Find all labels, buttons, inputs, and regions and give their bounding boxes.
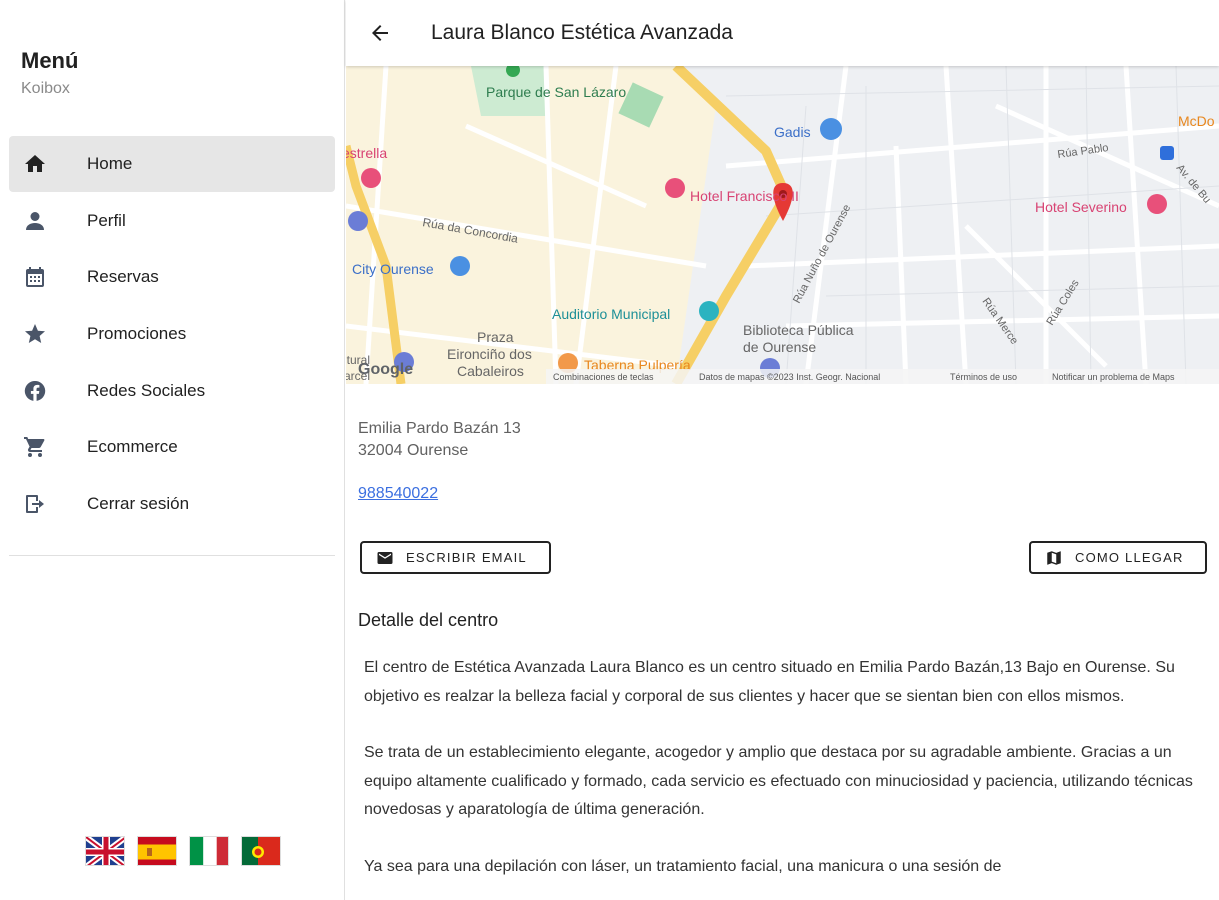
- sidebar-item-label: Ecommerce: [87, 437, 178, 457]
- sidebar-item-label: Reservas: [87, 267, 159, 287]
- sidebar-item-label: Promociones: [87, 324, 187, 344]
- map-label-biblioteca-2: de Ourense: [743, 339, 816, 355]
- arrow-back-icon: [372, 25, 388, 41]
- map-label-city-ourense: City Ourense: [352, 261, 434, 277]
- map-icon: [1047, 550, 1061, 565]
- map-label-ria-pablo: Rúa Pablo: [1057, 142, 1110, 161]
- cart-icon: [22, 434, 48, 460]
- map-label-estrella: estrella: [346, 145, 387, 161]
- center-description: El centro de Estética Avanzada Laura Bla…: [364, 654, 1204, 900]
- sidebar-item-promociones[interactable]: Promociones: [9, 306, 335, 362]
- map-footer-report[interactable]: Notificar un problema de Maps: [1052, 372, 1175, 382]
- app-header: Laura Blanco Estética Avanzada: [346, 0, 1219, 66]
- landmark-pin-icon: [348, 211, 368, 231]
- language-flags: [85, 836, 281, 866]
- write-email-button[interactable]: ESCRIBIR EMAIL: [360, 541, 551, 574]
- sidebar-item-label: Redes Sociales: [87, 380, 206, 400]
- sidebar-item-label: Home: [87, 154, 133, 173]
- shop-pin-icon: [820, 118, 842, 140]
- sidebar-item-redes-sociales[interactable]: Redes Sociales: [9, 363, 335, 419]
- map-label-praza-3: Cabaleiros: [457, 363, 524, 379]
- section-title: Detalle del centro: [358, 610, 499, 630]
- shop-pin-icon-west: [450, 256, 470, 276]
- map-label-praza-1: Praza: [477, 329, 514, 345]
- sidebar-nav: Home Perfil Reservas Promociones Redes S…: [9, 136, 335, 533]
- address-line-2: 32004 Ourense: [358, 442, 469, 459]
- map-label-gadis: Gadis: [774, 124, 811, 140]
- logout-icon: [22, 491, 48, 517]
- star-icon: [22, 321, 48, 347]
- address: Emilia Pardo Bazán 13 32004 Ourense: [358, 418, 521, 462]
- auditorium-pin-icon: [699, 301, 719, 321]
- uk-flag-icon[interactable]: [85, 836, 125, 866]
- center-details: Emilia Pardo Bazán 13 32004 Ourense 9885…: [346, 384, 1219, 900]
- menu-subtitle: Koibox: [21, 80, 70, 97]
- hotel-pin-icon-west: [361, 168, 381, 188]
- back-button[interactable]: [360, 13, 400, 53]
- bus-stop-icon: [1160, 146, 1174, 160]
- home-icon: [22, 151, 48, 177]
- sidebar-item-cerrar-sesion[interactable]: Cerrar sesión: [9, 476, 335, 532]
- sidebar-item-ecommerce[interactable]: Ecommerce: [9, 419, 335, 475]
- sidebar-divider: [9, 555, 335, 556]
- map-label-auditorio: Auditorio Municipal: [552, 306, 670, 322]
- phone-link[interactable]: 988540022: [358, 485, 438, 503]
- location-map[interactable]: Parque de San Lázaro Gadis McDo estrella…: [346, 66, 1219, 384]
- directions-button[interactable]: COMO LLEGAR: [1029, 541, 1207, 574]
- map-label-park: Parque de San Lázaro: [486, 84, 626, 100]
- map-footer-data: Datos de mapas ©2023 Inst. Geogr. Nacion…: [699, 372, 880, 382]
- map-label-nuno: Rúa Nuño de Ourense: [791, 203, 853, 306]
- italy-flag-icon[interactable]: [189, 836, 229, 866]
- map-footer-keys[interactable]: Combinaciones de teclas: [553, 372, 654, 382]
- sidebar-item-reservas[interactable]: Reservas: [9, 249, 335, 305]
- mail-icon: [377, 551, 393, 564]
- map-label-hotel-severino: Hotel Severino: [1035, 199, 1127, 215]
- map-label-hotel-francisco: Hotel Francisco II: [690, 188, 799, 204]
- description-paragraph: Ya sea para una depilación con láser, un…: [364, 857, 1002, 875]
- sidebar-item-perfil[interactable]: Perfil: [9, 193, 335, 249]
- page-title: Laura Blanco Estética Avanzada: [431, 21, 733, 44]
- map-label-biblioteca-1: Biblioteca Pública: [743, 322, 854, 338]
- write-email-label: ESCRIBIR EMAIL: [406, 550, 527, 565]
- map-footer-terms[interactable]: Términos de uso: [950, 372, 1017, 382]
- sidebar-item-label: Perfil: [87, 210, 126, 230]
- spain-flag-icon[interactable]: [137, 836, 177, 866]
- map-label-praza-2: Eironciño dos: [447, 346, 532, 362]
- hotel-pin-icon: [665, 178, 685, 198]
- description-paragraph: Se trata de un establecimiento elegante,…: [364, 744, 1193, 818]
- facebook-icon: [22, 378, 48, 404]
- address-line-1: Emilia Pardo Bazán 13: [358, 420, 521, 437]
- portugal-flag-icon[interactable]: [241, 836, 281, 866]
- sidebar-drawer: Menú Koibox Home Perfil Reservas Promoci…: [0, 0, 345, 900]
- person-icon: [22, 208, 48, 234]
- description-paragraph: El centro de Estética Avanzada Laura Bla…: [364, 659, 1175, 705]
- hotel-pin-icon-east: [1147, 194, 1167, 214]
- sidebar-item-home[interactable]: Home: [9, 136, 335, 192]
- menu-title: Menú: [21, 48, 79, 73]
- directions-label: COMO LLEGAR: [1075, 550, 1184, 565]
- map-label-mcdo: McDo: [1178, 113, 1215, 129]
- calendar-icon: [22, 264, 48, 290]
- sidebar-item-label: Cerrar sesión: [87, 494, 190, 514]
- google-logo: Google: [358, 361, 413, 378]
